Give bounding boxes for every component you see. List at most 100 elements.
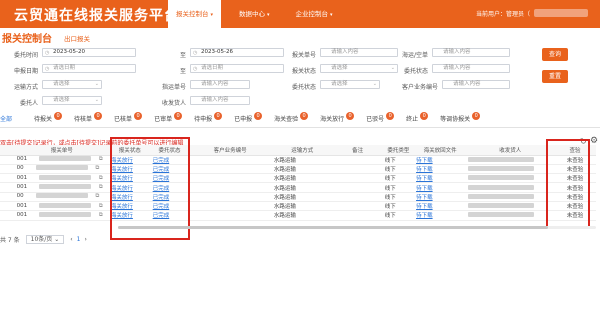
tab-declared[interactable]: 已申报 0: [234, 112, 263, 127]
declare-date-from[interactable]: ◷ 请选日期: [42, 64, 136, 73]
table-row[interactable]: 001 ⧉ 海关放行 已完成 水路运输 线下 待下载 未查验: [0, 210, 596, 221]
row-release-file[interactable]: 待下载: [414, 155, 467, 165]
row-entrust-type: 线下: [382, 182, 415, 193]
tab-to-declare[interactable]: 待申报 0: [194, 112, 223, 127]
row-release-file[interactable]: 待下载: [414, 210, 467, 221]
waybill-input[interactable]: 请输入内容: [190, 80, 250, 89]
download-link[interactable]: 待下载: [416, 167, 433, 173]
row-remark: [332, 210, 383, 221]
download-link[interactable]: 待下载: [416, 213, 433, 219]
table-row[interactable]: 00 ⧉ 海关放行 已完成 水路运输 线下 待下载 未查验: [0, 192, 596, 203]
transport-select[interactable]: 请选择 ⌄: [42, 80, 102, 89]
row-declaration-no: 001 ⧉: [14, 173, 109, 184]
row-checkbox-cell[interactable]: [0, 182, 15, 193]
label-declaration-no: 报关单号: [291, 52, 316, 59]
row-checkbox-cell[interactable]: [0, 192, 15, 203]
row-entrust-type: 线下: [382, 210, 415, 221]
current-user-label[interactable]: 当前用户：管理员（: [476, 9, 530, 18]
nav-item-console[interactable]: 报关控制台 ▾: [168, 0, 222, 28]
tab-pending-check[interactable]: 待核单 0: [74, 112, 103, 127]
declare-status-select[interactable]: 请选择 ⌄: [320, 64, 398, 73]
row-consignee: [466, 173, 555, 184]
row-consignee: [466, 210, 555, 221]
label-entrust-time: 委托时间: [13, 52, 38, 59]
bill-no-input[interactable]: 请输入内容: [432, 48, 510, 57]
tab-reviewed[interactable]: 已审单 0: [154, 112, 183, 127]
download-link[interactable]: 待下载: [416, 186, 433, 192]
tab-rejected[interactable]: 已驳号 0: [366, 112, 395, 127]
tab-customs-release[interactable]: 海关放行 0: [320, 112, 355, 127]
entrust-status-input[interactable]: 请输入内容: [432, 64, 510, 73]
declaration-no-input[interactable]: 请输入内容: [320, 48, 398, 57]
row-release-file[interactable]: 待下载: [414, 173, 467, 184]
next-page-icon[interactable]: ›: [85, 236, 87, 243]
copy-icon[interactable]: ⧉: [94, 165, 99, 171]
copy-icon[interactable]: ⧉: [94, 193, 99, 199]
table-row[interactable]: 001 ⧉ 海关放行 已完成 水路运输 线下 待下载 未查验: [0, 155, 596, 165]
total-count: 共 7 条: [0, 237, 20, 244]
row-checkbox-cell[interactable]: [0, 201, 15, 212]
prev-page-icon[interactable]: ‹: [70, 236, 72, 243]
nav-item-enterprise[interactable]: 企业控制台 ▾: [288, 0, 341, 28]
table-row[interactable]: 001 ⧉ 海关放行 已完成 水路运输 线下 待下载 未查验: [0, 173, 596, 184]
row-release-file[interactable]: 待下载: [414, 201, 467, 212]
customer-business-no-input[interactable]: 请输入内容: [442, 80, 510, 89]
tab-terminated[interactable]: 终止 0: [406, 112, 429, 127]
tab-checked[interactable]: 已核单 0: [114, 112, 143, 127]
client-select[interactable]: 请选择 ⌄: [42, 96, 102, 105]
tab-all[interactable]: 全部: [0, 112, 12, 127]
table-row[interactable]: 001 ⧉ 海关放行 已完成 水路运输 线下 待下载 未查验: [0, 182, 596, 193]
download-link[interactable]: 待下载: [416, 176, 433, 182]
row-transport: 水路运输: [271, 201, 333, 212]
tab-customs-inspect[interactable]: 海关查验 0: [274, 112, 309, 127]
tab-pending-declare[interactable]: 待报关 0: [34, 112, 63, 127]
row-declaration-no: 001 ⧉: [14, 182, 109, 193]
chevron-down-icon: ▾: [210, 12, 214, 18]
row-release-file[interactable]: 待下载: [414, 192, 467, 203]
copy-icon[interactable]: ⧉: [97, 203, 103, 209]
row-checkbox-cell[interactable]: [0, 210, 15, 221]
row-checkbox-cell[interactable]: [0, 173, 15, 184]
redacted-text: [468, 175, 535, 181]
page-size-select[interactable]: 10条/页 ⌄: [25, 235, 65, 244]
entrust-status-select[interactable]: 请选择 ⌄: [320, 80, 380, 89]
tab-badge: 0: [174, 112, 183, 120]
col-checkbox: [0, 145, 15, 156]
search-button[interactable]: 查询: [542, 48, 568, 61]
current-page[interactable]: 1: [77, 236, 81, 243]
nav-item-data-center[interactable]: 数据中心 ▾: [231, 0, 278, 28]
declaration-table: 报关单号 报关状态 委托状态 客户业务编号 运输方式 备注 委托类型 海关放回文…: [0, 145, 596, 221]
entrust-date-from[interactable]: ◷ 2023-05-20: [42, 48, 136, 57]
row-release-file[interactable]: 待下载: [414, 182, 467, 193]
copy-icon[interactable]: ⧉: [97, 212, 103, 218]
reset-button[interactable]: 重置: [542, 70, 568, 83]
declare-date-to[interactable]: ◷ 请选日期: [190, 64, 284, 73]
row-transport: 水路运输: [271, 210, 333, 221]
copy-icon[interactable]: ⧉: [97, 156, 103, 162]
row-remark: [332, 173, 383, 184]
label-bill-no: 海运/空单: [401, 52, 428, 59]
row-release-file[interactable]: 待下载: [414, 164, 467, 175]
redacted-text: [39, 174, 92, 180]
table-row[interactable]: 001 ⧉ 海关放行 已完成 水路运输 线下 待下载 未查验: [0, 201, 596, 212]
download-link[interactable]: 待下载: [416, 195, 433, 201]
tab-badge: 0: [54, 112, 63, 120]
tab-pending-coordination[interactable]: 等调协报关 0: [440, 112, 481, 127]
table-row[interactable]: 00 ⧉ 海关放行 已完成 水路运输 线下 待下载 未查验: [0, 164, 596, 175]
calendar-icon: ◷: [193, 50, 198, 56]
copy-icon[interactable]: ⧉: [97, 175, 103, 181]
consignee-input[interactable]: 请输入内容: [190, 96, 250, 105]
row-checkbox-cell[interactable]: [0, 155, 15, 165]
chevron-down-icon: ⌄: [372, 81, 377, 87]
tab-badge: 0: [386, 112, 395, 120]
download-link[interactable]: 待下载: [416, 204, 433, 210]
entrust-date-to[interactable]: ◷ 2023-05-26: [190, 48, 284, 57]
download-link[interactable]: 待下载: [416, 158, 433, 164]
top-bar: 云贸通在线报关服务平台 报关控制台 ▾ 数据中心 ▾ 企业控制台 ▾ 当前用户：管理员…: [0, 0, 600, 28]
scrollbar-thumb[interactable]: [118, 226, 548, 229]
row-declaration-no: 001 ⧉: [14, 210, 109, 221]
row-id-suffix: 001: [16, 174, 28, 181]
page-subtitle: 出口报关: [64, 35, 90, 43]
row-checkbox-cell[interactable]: [0, 164, 15, 175]
copy-icon[interactable]: ⧉: [97, 184, 103, 190]
